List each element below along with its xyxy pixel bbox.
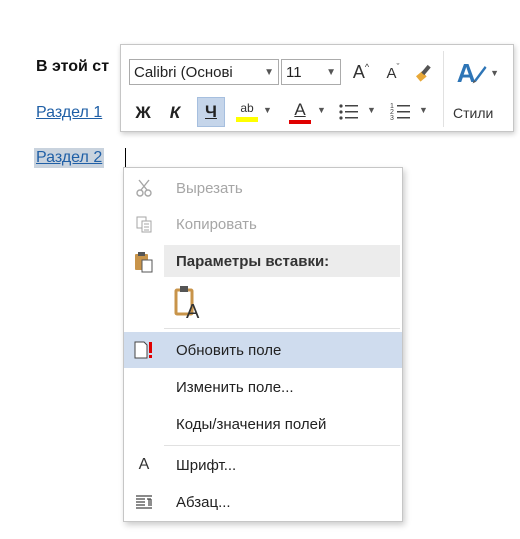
- numbering-button[interactable]: 1 2 3: [387, 97, 415, 127]
- menu-item-copy[interactable]: Копировать: [124, 206, 402, 242]
- font-color-label: A: [294, 99, 306, 119]
- paste-keep-text-only-button[interactable]: A: [170, 282, 206, 322]
- menu-separator: [164, 328, 400, 329]
- styles-button[interactable]: A ▼: [455, 53, 499, 93]
- format-painter-icon: [416, 64, 431, 82]
- numbered-list-icon: 1 2 3: [390, 103, 410, 122]
- styles-icon: A: [457, 58, 487, 88]
- chevron-down-icon[interactable]: ▼: [264, 67, 274, 78]
- bullet-list-icon: [339, 104, 358, 120]
- toc-link-section-1[interactable]: Раздел 1: [36, 104, 102, 122]
- caret-up-icon: ^: [364, 62, 370, 72]
- menu-item-label: Копировать: [176, 215, 257, 233]
- context-menu: Вырезать Копировать Параметры вставки: A: [123, 167, 403, 522]
- paste-options-header: Параметры вставки:: [164, 245, 400, 277]
- grow-font-icon: A: [352, 61, 365, 82]
- update-field-icon: [124, 340, 164, 360]
- caret-down-icon: ˇ: [396, 62, 400, 72]
- italic-button[interactable]: К: [163, 99, 187, 127]
- menu-item-label: Вырезать: [176, 179, 243, 197]
- highlight-color-bar: [236, 117, 258, 122]
- svg-text:A: A: [186, 301, 200, 320]
- paste-icon: [124, 247, 164, 277]
- copy-icon: [124, 215, 164, 233]
- menu-item-paragraph[interactable]: Абзац...: [124, 484, 402, 520]
- chevron-down-icon[interactable]: ▼: [326, 67, 336, 78]
- chevron-down-icon: ▼: [490, 68, 499, 78]
- menu-item-toggle-field-codes[interactable]: Коды/значения полей: [124, 406, 402, 442]
- menu-item-label: Коды/значения полей: [176, 415, 327, 433]
- font-icon: A: [138, 456, 150, 473]
- menu-item-font[interactable]: A Шрифт...: [124, 447, 402, 483]
- chevron-down-icon[interactable]: ▼: [263, 105, 272, 115]
- toc-link-section-2[interactable]: Раздел 2: [34, 148, 105, 168]
- menu-separator: [164, 445, 400, 446]
- menu-item-label: Абзац...: [176, 493, 231, 511]
- text-caret: [125, 148, 126, 168]
- scissors-icon: [124, 179, 164, 197]
- shrink-font-button[interactable]: A ˇ: [379, 57, 407, 87]
- chevron-down-icon[interactable]: ▼: [367, 105, 376, 115]
- styles-label: Стили: [453, 105, 494, 121]
- font-color-button[interactable]: A: [287, 97, 313, 127]
- toolbar-separator: [443, 51, 444, 127]
- grow-font-button[interactable]: A ^: [347, 57, 375, 87]
- font-color-bar: [289, 119, 311, 124]
- chevron-down-icon[interactable]: ▼: [419, 105, 428, 115]
- bullets-button[interactable]: [335, 97, 363, 127]
- svg-text:3: 3: [390, 115, 394, 122]
- menu-item-label: Изменить поле...: [176, 378, 294, 396]
- menu-item-edit-field[interactable]: Изменить поле...: [124, 369, 402, 405]
- mini-toolbar: Calibri (Основі ▼ 11 ▼ A ^ A ˇ A ▼ Стили…: [120, 44, 514, 132]
- menu-item-update-field[interactable]: Обновить поле: [124, 332, 402, 368]
- paste-keep-text-icon: A: [174, 286, 200, 320]
- paragraph-icon: [124, 494, 164, 510]
- font-size-value: 11: [286, 63, 302, 81]
- menu-item-label: Шрифт...: [176, 456, 237, 474]
- underline-button[interactable]: Ч: [197, 97, 225, 127]
- menu-item-label: Обновить поле: [176, 341, 282, 359]
- bold-button[interactable]: Ж: [131, 99, 155, 127]
- document-heading-text: В этой ст: [36, 58, 110, 75]
- highlight-button[interactable]: ab: [233, 97, 261, 127]
- font-name-value: Calibri (Основі: [134, 63, 233, 81]
- highlight-label: ab: [240, 101, 254, 115]
- font-name-combobox[interactable]: Calibri (Основі ▼: [129, 59, 279, 85]
- chevron-down-icon[interactable]: ▼: [317, 105, 326, 115]
- menu-item-cut[interactable]: Вырезать: [124, 170, 402, 206]
- font-size-combobox[interactable]: 11 ▼: [281, 59, 341, 85]
- shrink-font-icon: A: [386, 65, 397, 82]
- format-painter-button[interactable]: [411, 57, 439, 87]
